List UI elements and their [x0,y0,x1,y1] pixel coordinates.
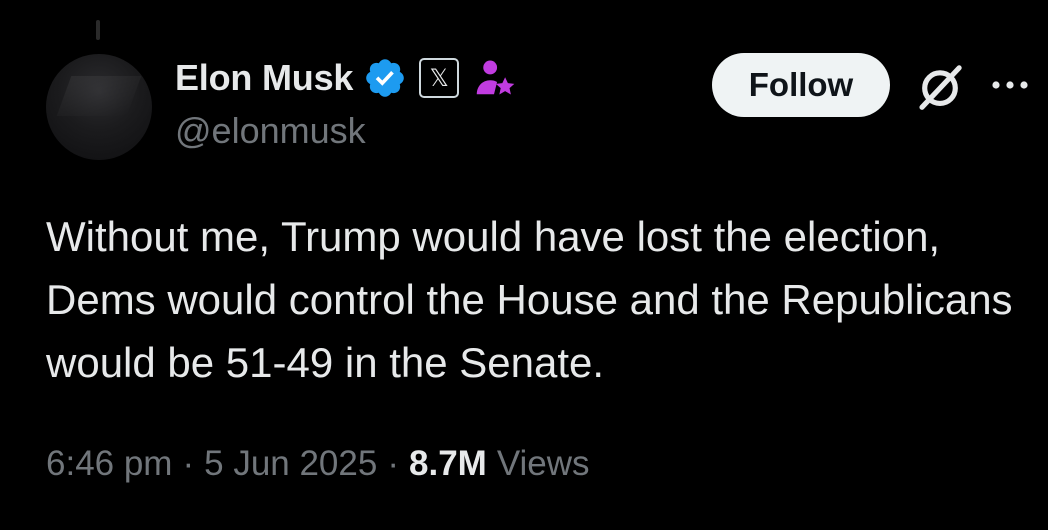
verified-badge-icon[interactable] [363,56,407,100]
user-star-icon [476,60,515,95]
grok-icon[interactable] [913,60,967,114]
more-icon[interactable] [986,70,1034,100]
tweet-time[interactable]: 6:46 pm [46,444,172,484]
avatar-decoration [96,20,100,40]
tweet-date[interactable]: 5 Jun 2025 [204,444,377,484]
separator-dot: · [387,444,399,483]
x-affiliate-badge[interactable]: 𝕏 [419,58,460,98]
separator-dot: · [182,444,195,483]
tweet-text: Without me, Trump would have lost the el… [46,213,1013,386]
avatar[interactable] [46,54,152,160]
x-logo-icon: 𝕏 [429,64,449,92]
views-label: Views [496,444,590,483]
author-handle[interactable]: @elonmusk [175,110,366,152]
views-count[interactable]: 8.7M [409,444,487,484]
avatar-container[interactable] [46,20,152,160]
author-name-row: Elon Musk 𝕏 [175,56,517,100]
follow-button[interactable]: Follow [712,53,890,117]
tweet-meta: 6:46 pm · 5 Jun 2025 · 8.7M Views [46,444,590,484]
author-display-name[interactable]: Elon Musk [175,57,353,99]
tweet-card: Elon Musk 𝕏 @elonmusk Follow Without me,… [0,0,1048,530]
